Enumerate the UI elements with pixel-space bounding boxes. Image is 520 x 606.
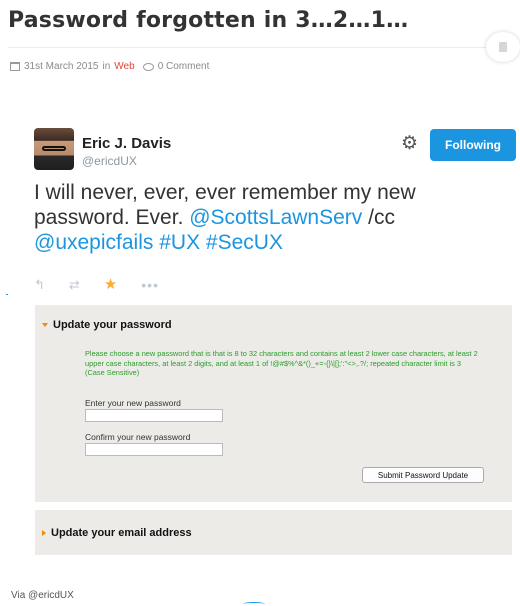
- case-sensitive-note: (Case Sensitive): [85, 368, 140, 377]
- post-date: 31st March 2015: [24, 61, 99, 72]
- tweet-actions: ↰ ⇄ ★ •••: [34, 277, 159, 292]
- hashtag-link[interactable]: #SecUX: [206, 231, 283, 254]
- password-section-header[interactable]: Update your password: [42, 319, 172, 331]
- tweet-text-part: /cc: [362, 206, 395, 229]
- submit-password-button[interactable]: Submit Password Update: [362, 467, 484, 483]
- following-button[interactable]: Following: [430, 129, 516, 161]
- collapsed-arrow-icon: [42, 530, 46, 537]
- reply-icon[interactable]: ↰: [34, 278, 45, 291]
- comment-count-link[interactable]: 0 Comment: [158, 61, 210, 72]
- retweet-icon[interactable]: ⇄: [69, 278, 80, 291]
- password-rules-text: Please choose a new password that is tha…: [85, 349, 478, 368]
- mention-link[interactable]: @uxepicfails: [34, 231, 153, 254]
- avatar[interactable]: [34, 128, 74, 170]
- favorite-star-icon[interactable]: ★: [104, 277, 117, 292]
- post-category-link[interactable]: Web: [114, 61, 134, 72]
- edge-mark: [243, 602, 265, 606]
- email-update-panel: Update your email address: [35, 510, 512, 555]
- edge-mark: [6, 294, 8, 295]
- calendar-icon: [10, 62, 20, 71]
- expand-arrow-icon: [42, 323, 48, 328]
- confirm-password-field[interactable]: [85, 443, 223, 456]
- new-password-label: Enter your new password: [85, 398, 181, 408]
- comment-icon: [142, 62, 154, 71]
- post-title: Password forgotten in 3…2…1…: [8, 8, 409, 33]
- title-divider: [8, 47, 488, 48]
- password-rules: Please choose a new password that is tha…: [85, 349, 495, 378]
- post-meta: 31st March 2015 in Web 0 Comment: [10, 61, 209, 72]
- email-section-header[interactable]: Update your email address: [42, 527, 192, 539]
- post-in-label: in: [102, 61, 111, 72]
- email-section-title: Update your email address: [51, 527, 192, 539]
- hashtag-link[interactable]: #UX: [159, 231, 200, 254]
- via-credit: Via @ericdUX: [11, 590, 74, 601]
- document-icon[interactable]: [486, 32, 520, 62]
- password-section-title: Update your password: [53, 319, 172, 331]
- tweet-text: I will never, ever, ever remember my new…: [34, 180, 504, 255]
- new-password-field[interactable]: [85, 409, 223, 422]
- password-update-panel: Update your password Please choose a new…: [35, 305, 512, 502]
- tweet-author-handle[interactable]: @ericdUX: [82, 154, 137, 168]
- confirm-password-label: Confirm your new password: [85, 432, 191, 442]
- gear-icon[interactable]: ⚙: [401, 134, 418, 153]
- tweet-author-name[interactable]: Eric J. Davis: [82, 135, 171, 152]
- more-icon[interactable]: •••: [141, 278, 159, 292]
- mention-link[interactable]: @ScottsLawnServ: [189, 206, 362, 229]
